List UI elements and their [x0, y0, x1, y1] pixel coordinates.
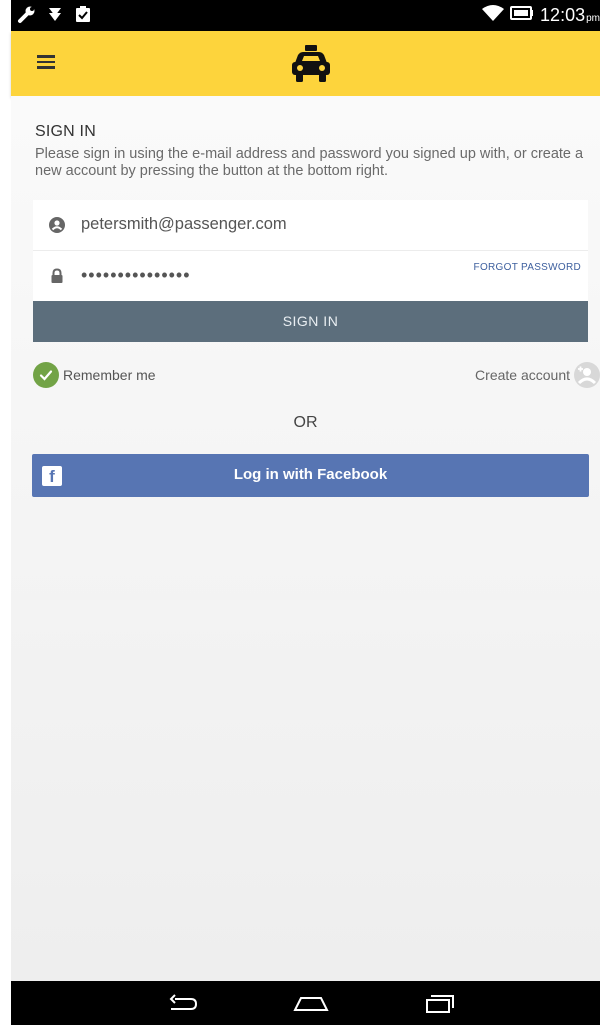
clock-ampm: pm	[586, 13, 600, 24]
create-account-button[interactable]: Create account	[475, 362, 600, 388]
email-field[interactable]: petersmith@passenger.com	[33, 200, 588, 251]
wrench-icon	[17, 4, 37, 24]
forgot-password-link[interactable]: FORGOT PASSWORD	[474, 262, 581, 273]
status-bar: 12:03pm	[11, 0, 600, 31]
remember-me-toggle[interactable]: Remember me	[33, 362, 156, 388]
facebook-login-button[interactable]: f Log in with Facebook	[32, 454, 589, 497]
lock-icon	[49, 268, 65, 284]
app-frame: 12:03pm SIGN IN Please sign in using the…	[11, 0, 600, 1025]
recents-icon[interactable]	[419, 990, 459, 1018]
password-field[interactable]: ••••••••••••••• FORGOT PASSWORD	[33, 251, 588, 301]
facebook-login-label: Log in with Facebook	[233, 466, 388, 483]
clipboard-icon	[73, 4, 93, 24]
clock: 12:03pm	[540, 5, 600, 26]
wifi-icon	[482, 4, 505, 27]
email-value: petersmith@passenger.com	[81, 215, 287, 233]
status-left-icons	[17, 4, 93, 24]
battery-icon	[510, 5, 534, 26]
clock-time: 12:03	[540, 5, 586, 25]
create-account-label: Create account	[475, 367, 570, 383]
home-icon[interactable]	[291, 990, 331, 1018]
app-toolbar	[11, 31, 600, 96]
download-icon	[45, 4, 65, 24]
system-nav-bar	[11, 981, 600, 1025]
password-value: •••••••••••••••	[81, 265, 191, 285]
back-icon[interactable]	[163, 990, 203, 1018]
or-divider: OR	[293, 414, 318, 431]
signin-content: SIGN IN Please sign in using the e-mail …	[11, 96, 600, 981]
page-title: SIGN IN	[35, 123, 96, 140]
user-icon	[49, 217, 65, 233]
add-user-icon	[574, 362, 600, 388]
status-right-icons: 12:03pm	[482, 0, 600, 31]
hamburger-menu-icon[interactable]	[37, 55, 55, 69]
credentials-card: petersmith@passenger.com •••••••••••••••…	[33, 200, 588, 301]
taxi-icon	[289, 43, 333, 85]
remember-me-label: Remember me	[63, 367, 156, 383]
check-icon	[33, 362, 59, 388]
page-description: Please sign in using the e-mail address …	[35, 146, 584, 179]
signin-button[interactable]: SIGN IN	[33, 301, 588, 342]
